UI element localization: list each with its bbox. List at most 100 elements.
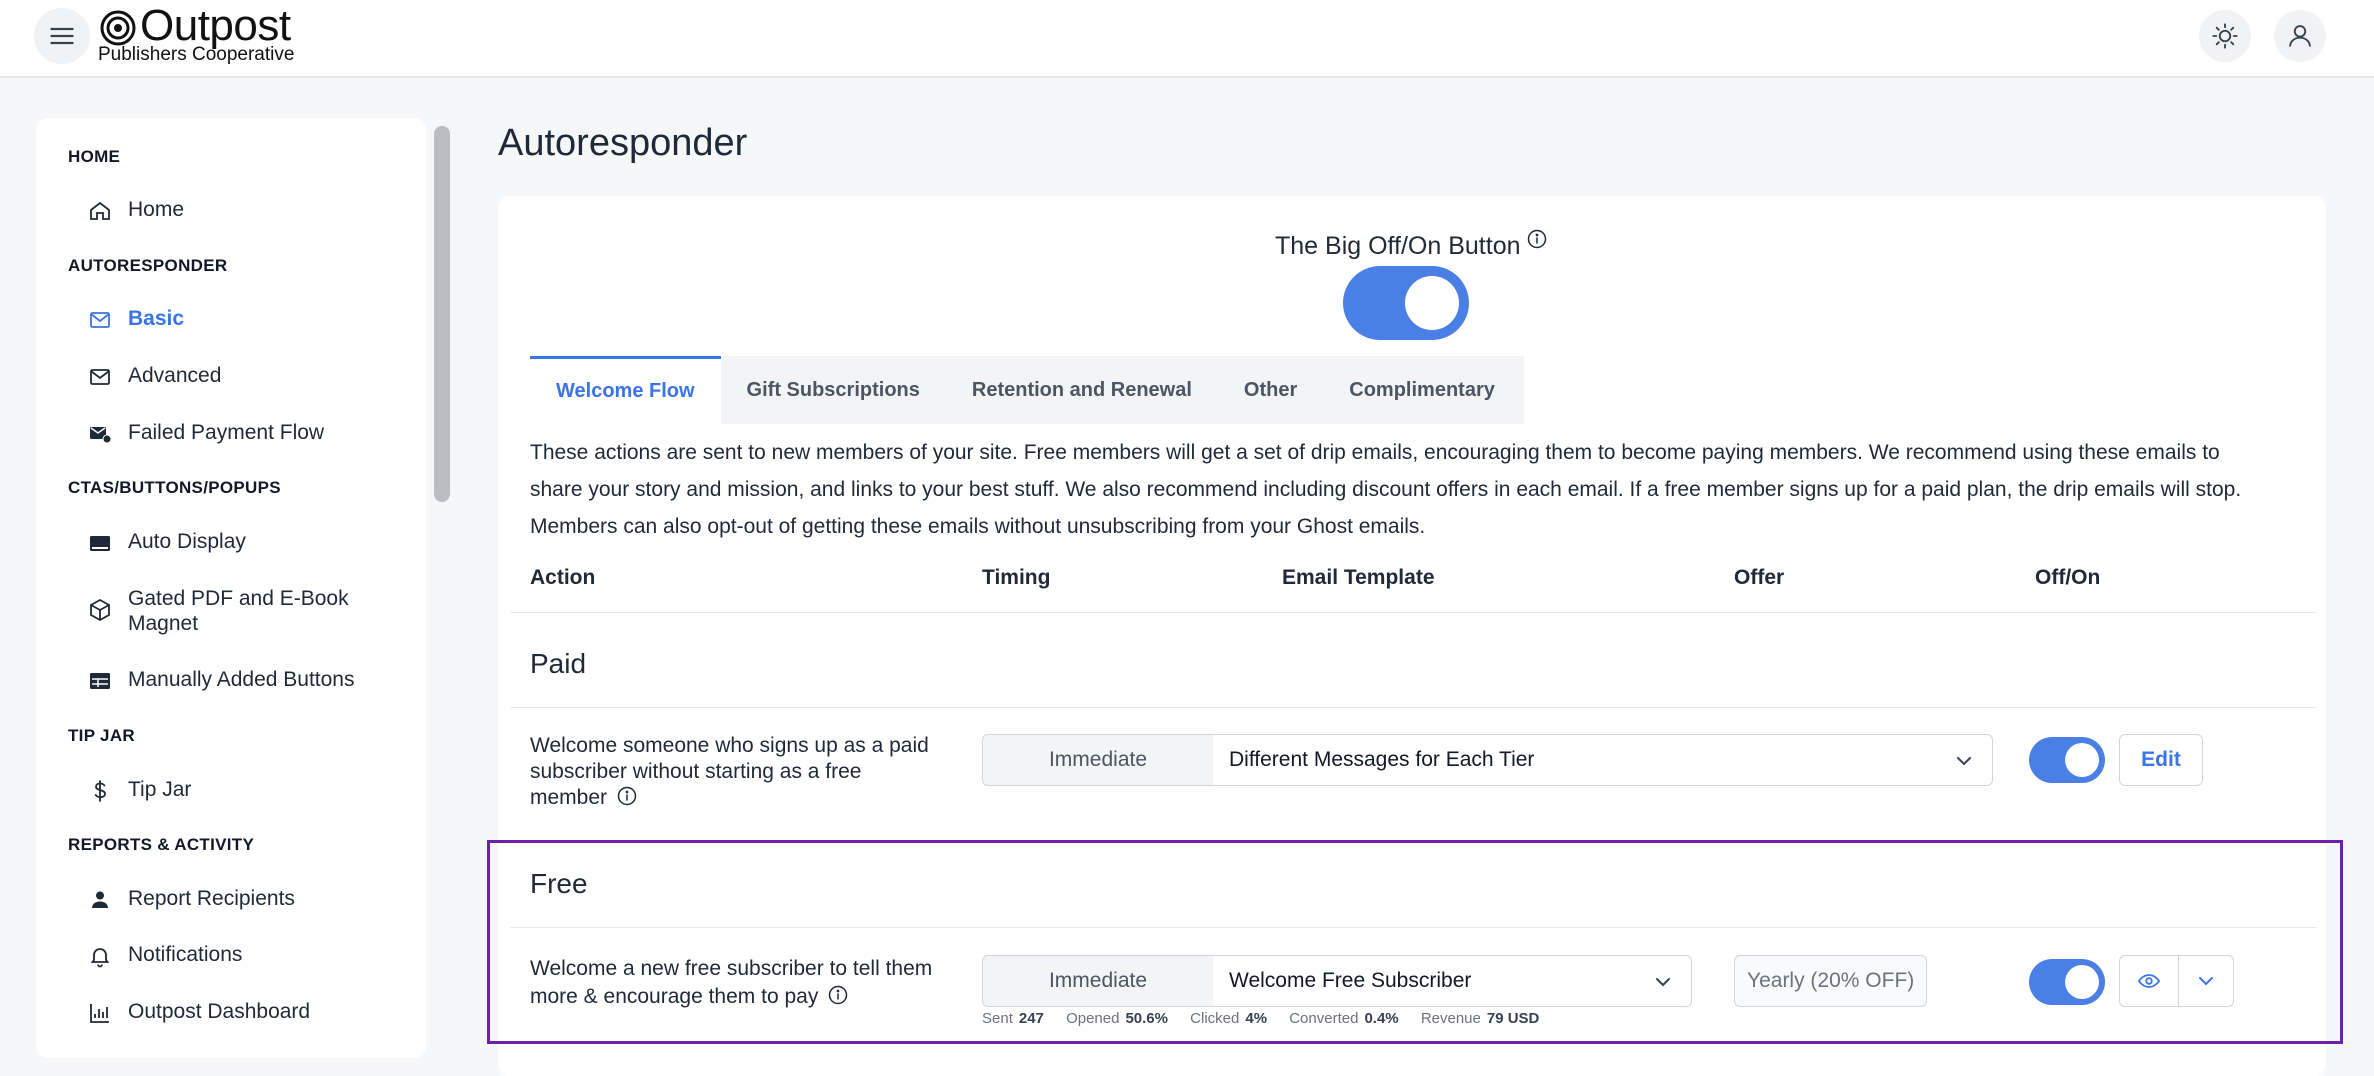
row-action-paid-welcome: Welcome someone who signs up as a paid s… xyxy=(530,733,930,811)
edit-button[interactable]: Edit xyxy=(2119,734,2203,786)
sidebar-item-label: Auto Display xyxy=(128,530,246,553)
row-action-text: Welcome someone who signs up as a paid s… xyxy=(530,734,929,809)
tab-gift-subscriptions[interactable]: Gift Subscriptions xyxy=(721,356,946,424)
toggle-paid-welcome[interactable] xyxy=(2029,737,2105,783)
sidebar-item-manual-buttons[interactable]: Manually Added Buttons xyxy=(88,668,355,693)
dollar-icon xyxy=(94,780,106,802)
timing-field-free[interactable]: Immediate xyxy=(982,955,1214,1007)
chevron-down-icon xyxy=(1957,757,1971,766)
row-action-free-welcome: Welcome a new free subscriber to tell th… xyxy=(530,955,950,1011)
user-icon xyxy=(2289,25,2311,47)
stat-label: Opened xyxy=(1066,1010,1120,1027)
window-icon xyxy=(90,536,110,551)
timing-field-paid[interactable]: Immediate xyxy=(982,734,1214,786)
info-icon[interactable] xyxy=(617,786,637,806)
chevron-down-icon xyxy=(1656,978,1670,987)
toggle-knob xyxy=(2065,743,2099,777)
chevron-down-icon xyxy=(2199,977,2213,986)
menu-button[interactable] xyxy=(34,8,90,64)
toggle-knob xyxy=(2065,965,2099,999)
sidebar-section-tip-jar: TIP JAR xyxy=(68,726,135,745)
toggle-free-welcome[interactable] xyxy=(2029,959,2105,1005)
mail-icon xyxy=(90,312,110,328)
home-icon xyxy=(90,201,110,220)
info-icon[interactable] xyxy=(1527,229,1547,249)
tab-other[interactable]: Other xyxy=(1218,356,1323,424)
mail-icon xyxy=(90,369,110,385)
sidebar-item-label: Notifications xyxy=(128,943,243,966)
sidebar-item-home[interactable]: Home xyxy=(88,198,184,223)
divider xyxy=(510,707,2316,708)
preview-button[interactable] xyxy=(2119,955,2179,1007)
sidebar-item-report-recipients[interactable]: Report Recipients xyxy=(88,887,295,912)
top-bar: Outpost Publishers Cooperative xyxy=(0,0,2374,78)
stat-clicked: 4% xyxy=(1245,1010,1268,1027)
group-title-paid: Paid xyxy=(530,648,587,679)
stat-label: Sent xyxy=(982,1010,1013,1027)
sidebar-item-label: Basic xyxy=(128,307,185,330)
sidebar-item-auto-display[interactable]: Auto Display xyxy=(88,530,246,555)
info-icon[interactable] xyxy=(828,985,848,1005)
sidebar-item-notifications[interactable]: Notifications xyxy=(88,943,242,968)
stat-label: Revenue xyxy=(1420,1010,1481,1027)
sidebar-section-ctas: CTAS/BUTTONS/POPUPS xyxy=(68,478,281,497)
sidebar-item-label: Manually Added Buttons xyxy=(128,668,355,691)
sidebar-section-reports: REPORTS & ACTIVITY xyxy=(68,835,255,854)
sidebar-section-home: HOME xyxy=(68,147,121,166)
account-button[interactable] xyxy=(2274,10,2326,62)
logo-mark-icon xyxy=(100,10,136,46)
sidebar-item-tip-jar[interactable]: Tip Jar xyxy=(88,778,191,803)
bell-icon xyxy=(90,948,110,968)
mail-alert-icon xyxy=(90,427,112,444)
offer-field-free[interactable]: Yearly (20% OFF) xyxy=(1734,955,1928,1007)
divider xyxy=(510,612,2316,613)
divider xyxy=(510,927,2316,928)
email-stats: Sent 247 Opened 50.6% Clicked 4% Converted 0… xyxy=(982,1010,1557,1027)
sidebar-item-label: Outpost Dashboard xyxy=(128,1000,311,1023)
select-value: Welcome Free Subscriber xyxy=(1229,969,1472,992)
sidebar-item-label: Gated PDF and E-Book Magnet xyxy=(128,587,349,635)
table-icon xyxy=(90,673,110,689)
menu-icon xyxy=(50,27,74,45)
sidebar-item-label: Tip Jar xyxy=(128,778,192,801)
box-icon xyxy=(90,598,110,622)
tab-retention-and-renewal[interactable]: Retention and Renewal xyxy=(946,356,1218,424)
column-header-email-template: Email Template xyxy=(1282,566,1435,589)
big-button-label: The Big Off/On Button xyxy=(1275,232,1521,260)
toggle-knob xyxy=(1405,276,1459,330)
column-header-offer: Offer xyxy=(1734,566,1785,589)
tab-description: These actions are sent to new members of… xyxy=(530,441,2242,538)
column-header-action: Action xyxy=(530,566,596,589)
tab-complimentary[interactable]: Complimentary xyxy=(1323,356,1521,424)
sidebar-item-gated-pdf[interactable]: Gated PDF and E-Book Magnet xyxy=(88,586,388,636)
sidebar-scrollbar-thumb[interactable] xyxy=(434,126,450,502)
sidebar-item-outpost-dashboard[interactable]: Outpost Dashboard xyxy=(88,1000,310,1025)
eye-icon xyxy=(2137,974,2161,988)
sidebar-item-label: Report Recipients xyxy=(128,887,295,910)
column-header-off-on: Off/On xyxy=(2035,566,2101,589)
page-title: Autoresponder xyxy=(498,122,748,164)
row-action-text: Welcome a new free subscriber to tell th… xyxy=(530,957,933,1008)
sun-icon xyxy=(2212,23,2238,49)
chart-icon xyxy=(90,1004,109,1023)
sidebar-item-failed-payment-flow[interactable]: Failed Payment Flow xyxy=(88,421,324,446)
person-icon xyxy=(92,891,108,908)
logo[interactable]: Outpost Publishers Cooperative xyxy=(98,2,358,66)
big-on-off-toggle[interactable] xyxy=(1343,266,1469,340)
email-template-select-free[interactable]: Welcome Free Subscriber xyxy=(1213,955,1692,1007)
sidebar-item-advanced[interactable]: Advanced xyxy=(88,364,221,389)
group-title-free: Free xyxy=(530,868,588,899)
tab-welcome-flow[interactable]: Welcome Flow xyxy=(530,356,721,424)
stat-sent: 247 xyxy=(1018,1010,1044,1027)
theme-toggle-button[interactable] xyxy=(2199,10,2251,62)
select-value: Different Messages for Each Tier xyxy=(1229,748,1535,771)
email-template-select-paid[interactable]: Different Messages for Each Tier xyxy=(1213,734,1993,786)
expand-button[interactable] xyxy=(2178,955,2234,1007)
sidebar-section-autoresponder: AUTORESPONDER xyxy=(68,256,228,275)
sidebar-item-label: Advanced xyxy=(128,364,222,387)
stat-revenue: 79 USD xyxy=(1486,1010,1540,1027)
sidebar-item-basic[interactable]: Basic xyxy=(88,307,184,332)
logo-subtitle: Publishers Cooperative xyxy=(98,44,295,65)
logo-wordmark: Outpost xyxy=(140,1,291,50)
sidebar-item-label: Home xyxy=(128,198,185,221)
